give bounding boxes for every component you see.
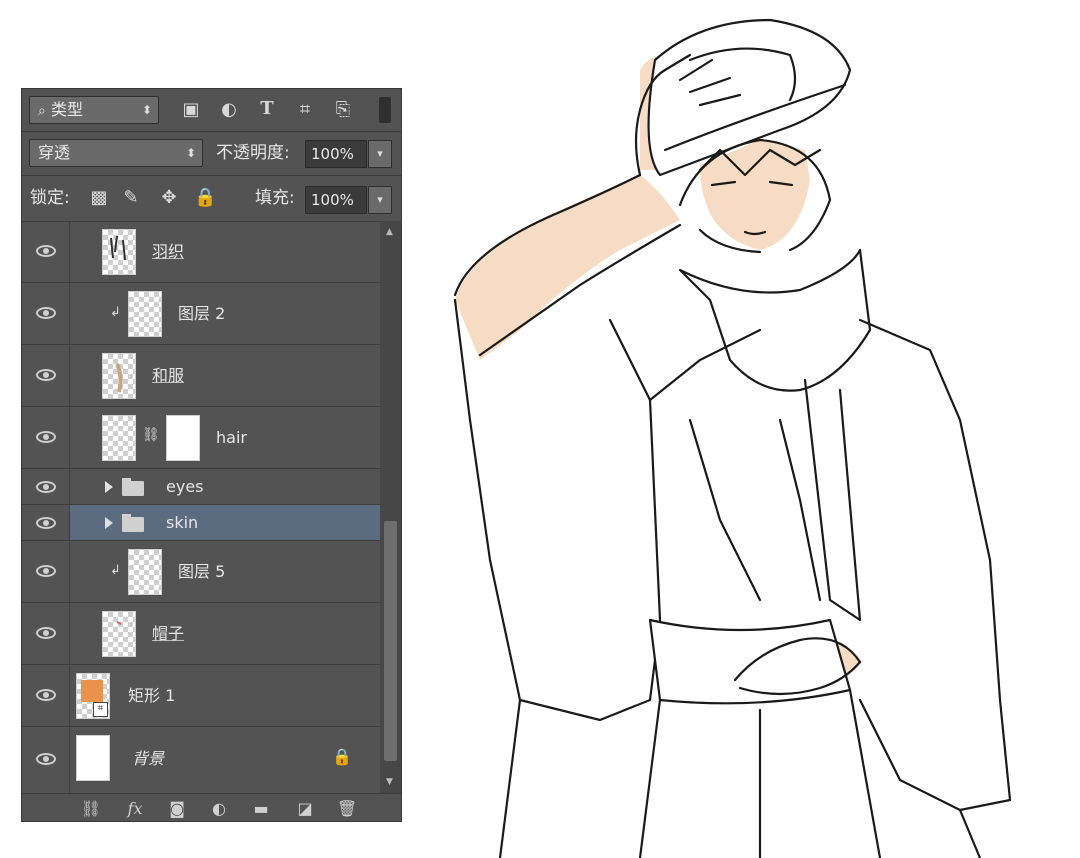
- filter-toggle[interactable]: [379, 97, 391, 123]
- scrollbar-thumb[interactable]: [384, 521, 397, 761]
- opacity-dropdown-button[interactable]: ▾: [368, 140, 392, 168]
- layer-row[interactable]: 帽子: [22, 603, 380, 665]
- mask-icon[interactable]: ◙: [166, 799, 188, 819]
- lock-transparency-icon[interactable]: ▩: [88, 187, 110, 209]
- layer-thumbnail: ⌗: [76, 673, 110, 719]
- lock-icon: 🔒: [332, 747, 352, 766]
- fill-label: 填充:: [255, 188, 295, 208]
- lock-brush-icon[interactable]: ✎: [120, 187, 142, 209]
- layer-row[interactable]: ⌗ 矩形 1: [22, 665, 380, 727]
- updown-arrows-icon: ⬍: [141, 103, 152, 117]
- lock-label: 锁定:: [30, 188, 70, 208]
- orange-swatch: [81, 680, 103, 702]
- opacity-field[interactable]: 100%: [305, 140, 367, 168]
- layer-row[interactable]: 羽织: [22, 221, 380, 283]
- type-filter-icon[interactable]: T: [256, 98, 278, 120]
- haori-thumb-drawing: [110, 235, 126, 261]
- visibility-eye-icon[interactable]: [36, 689, 56, 701]
- layers-scrollbar[interactable]: ▲ ▼: [380, 221, 401, 793]
- filter-kind-select[interactable]: ⌕ 类型 ⬍: [29, 96, 159, 124]
- layer-row[interactable]: 背景 🔒: [22, 727, 380, 793]
- image-filter-icon[interactable]: ▣: [180, 99, 202, 121]
- filter-bar: ⌕ 类型 ⬍ ▣ ◐ T ⌗ ⎘: [22, 89, 401, 132]
- fill-dropdown-button[interactable]: ▾: [368, 186, 392, 214]
- visibility-eye-icon[interactable]: [36, 245, 56, 257]
- expand-arrow-icon[interactable]: [105, 481, 113, 493]
- lock-all-icon[interactable]: 🔒: [194, 187, 216, 209]
- layer-name: 背景: [132, 749, 165, 768]
- layer-name: hair: [216, 428, 247, 447]
- layer-thumbnail: [128, 549, 162, 595]
- visibility-eye-icon[interactable]: [36, 307, 56, 319]
- group-row[interactable]: eyes: [22, 469, 380, 505]
- layers-bottom-bar: ⛓ fx ◙ ◐ ▬ ◪ 🗑: [22, 793, 401, 824]
- layer-thumbnail: [128, 291, 162, 337]
- visibility-eye-icon[interactable]: [36, 565, 56, 577]
- clipping-arrow-icon: ↲: [110, 305, 121, 320]
- visibility-eye-icon[interactable]: [36, 753, 56, 765]
- layer-name: eyes: [166, 477, 204, 496]
- folder-icon: [122, 514, 144, 532]
- layer-thumbnail: [76, 735, 110, 781]
- layer-row[interactable]: ↲ 图层 5: [22, 541, 380, 603]
- visibility-eye-icon[interactable]: [36, 517, 56, 529]
- blend-mode-label: 穿透: [38, 143, 71, 162]
- visibility-eye-icon[interactable]: [36, 369, 56, 381]
- visibility-eye-icon[interactable]: [36, 627, 56, 639]
- scroll-down-icon[interactable]: ▼: [386, 777, 393, 787]
- fill-field[interactable]: 100%: [305, 186, 367, 214]
- scroll-up-icon[interactable]: ▲: [386, 227, 393, 237]
- trash-icon[interactable]: 🗑: [336, 799, 358, 819]
- shape-layer-icon: ⌗: [93, 702, 108, 717]
- new-layer-icon[interactable]: ◪: [294, 799, 316, 819]
- link-icon[interactable]: ⛓: [80, 799, 102, 819]
- layer-thumbnail: [102, 611, 136, 657]
- filter-kind-label: 类型: [50, 100, 83, 119]
- layer-thumbnail: [102, 229, 136, 275]
- line-art-illustration: [453, 18, 1012, 858]
- layer-name: 和服: [152, 366, 185, 385]
- layer-row[interactable]: ⛓ hair: [22, 407, 380, 469]
- layer-name: 帽子: [152, 624, 185, 643]
- layers-panel: ⌕ 类型 ⬍ ▣ ◐ T ⌗ ⎘ 穿透 ⬍ 不透明度: 100% ▾ 锁定: ▩…: [21, 88, 402, 822]
- clipping-arrow-icon: ↲: [110, 563, 121, 578]
- layer-row[interactable]: ↲ 图层 2: [22, 283, 380, 345]
- adjustment-filter-icon[interactable]: ◐: [218, 99, 240, 121]
- layer-thumbnail: [102, 415, 136, 461]
- adjustment-icon[interactable]: ◐: [208, 799, 230, 819]
- layer-name: 矩形 1: [128, 686, 176, 705]
- layer-name: skin: [166, 513, 199, 532]
- folder-icon: [122, 478, 144, 496]
- layer-thumbnail: [102, 353, 136, 399]
- layer-mask-thumbnail[interactable]: [166, 415, 200, 461]
- layer-name: 图层 5: [178, 562, 226, 581]
- updown-arrows-icon: ⬍: [185, 146, 196, 160]
- layer-name: 羽织: [152, 242, 185, 261]
- blend-bar: 穿透 ⬍ 不透明度: 100% ▾: [22, 131, 401, 176]
- expand-arrow-icon[interactable]: [105, 517, 113, 529]
- fx-icon[interactable]: fx: [124, 799, 146, 819]
- layers-list: 羽织 ↲ 图层 2 和服 ⛓ hair eyes skin ↲ 图层 5 帽子 …: [22, 221, 380, 793]
- folder-icon[interactable]: ▬: [250, 799, 272, 819]
- blend-mode-select[interactable]: 穿透 ⬍: [29, 139, 203, 167]
- search-icon: ⌕: [38, 103, 46, 119]
- lock-move-icon[interactable]: ✥: [158, 187, 180, 209]
- visibility-eye-icon[interactable]: [36, 481, 56, 493]
- group-row[interactable]: skin: [22, 505, 380, 541]
- hat-thumb-drawing: [116, 621, 122, 625]
- lock-bar: 锁定: ▩ ✎ ✥ 🔒 填充: 100% ▾: [22, 175, 401, 222]
- visibility-eye-icon[interactable]: [36, 431, 56, 443]
- layer-name: 图层 2: [178, 304, 226, 323]
- shape-filter-icon[interactable]: ⌗: [294, 99, 316, 121]
- smart-object-filter-icon[interactable]: ⎘: [332, 99, 354, 121]
- opacity-label: 不透明度:: [216, 143, 290, 163]
- kimono-thumb-drawing: [115, 363, 123, 393]
- mask-link-icon[interactable]: ⛓: [142, 427, 160, 443]
- layer-row[interactable]: 和服: [22, 345, 380, 407]
